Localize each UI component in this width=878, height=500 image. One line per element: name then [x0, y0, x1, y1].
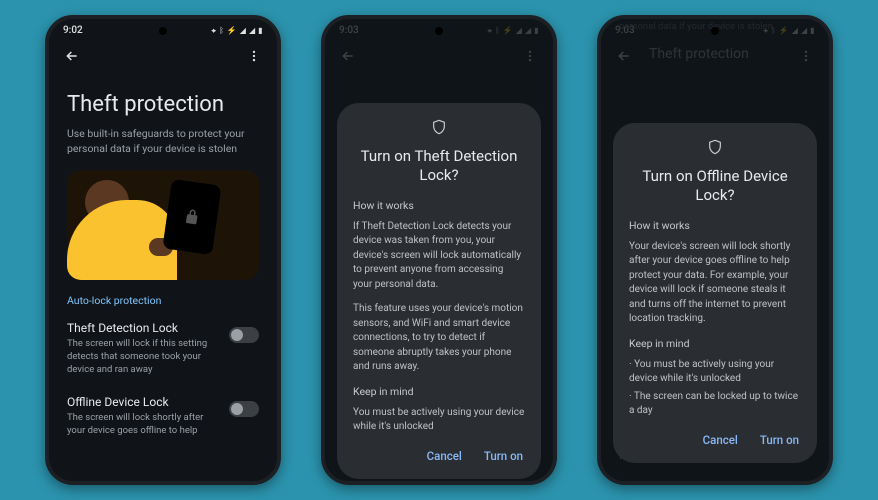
status-icons: ✦ ᛒ ⚡ ◢ ◢ ▮: [211, 26, 263, 35]
dialog-body: If Theft Detection Lock detects your dev…: [353, 220, 525, 293]
dialog-bullet: · The screen can be locked up to twice a…: [629, 390, 801, 419]
illustration: [67, 170, 259, 280]
dialog-actions: Cancel Turn on: [629, 429, 801, 451]
setting-title: Offline Device Lock: [67, 395, 219, 409]
content: Theft protection Use built-in safeguards…: [49, 74, 277, 455]
more-icon[interactable]: [243, 45, 265, 67]
page-title: Theft protection: [67, 92, 259, 117]
camera-notch: [435, 27, 443, 35]
dialog-body: This feature uses your device's motion s…: [353, 302, 525, 375]
cancel-button[interactable]: Cancel: [425, 445, 464, 467]
dialog-how-label: How it works: [629, 219, 801, 232]
setting-desc: The screen will lock shortly after your …: [67, 412, 219, 438]
dialog-keep-label: Keep in mind: [353, 385, 525, 398]
clock: 9:02: [63, 25, 83, 36]
shield-icon: [353, 119, 525, 139]
app-bar: [49, 38, 277, 74]
lock-icon: [182, 207, 202, 227]
toggle-switch[interactable]: [229, 401, 259, 417]
shield-icon: [629, 139, 801, 159]
back-icon[interactable]: [61, 45, 83, 67]
setting-desc: The screen will lock if this setting det…: [67, 338, 219, 376]
dialog-how-label: How it works: [353, 199, 525, 212]
cancel-button[interactable]: Cancel: [701, 429, 740, 451]
illustration-phone: [162, 179, 221, 255]
phone-screen-2: 9:03 ✦ ᛒ ⚡ ◢ ◢ ▮ Offline Device Lock The…: [321, 15, 557, 485]
setting-offline-lock[interactable]: Offline Device Lock The screen will lock…: [67, 395, 259, 438]
dialog-body: Your device's screen will lock shortly a…: [629, 240, 801, 327]
dialog-keep-label: Keep in mind: [629, 337, 801, 350]
confirm-button[interactable]: Turn on: [482, 445, 525, 467]
toggle-switch[interactable]: [229, 327, 259, 343]
dialog-bullet: · You must be actively using your device…: [629, 358, 801, 387]
setting-title: Theft Detection Lock: [67, 321, 219, 335]
dialog-theft-detection: Turn on Theft Detection Lock? How it wor…: [337, 103, 541, 479]
dialog-title: Turn on Offline Device Lock?: [629, 167, 801, 205]
dialog-body: You must be actively using your device w…: [353, 406, 525, 435]
camera-notch: [159, 27, 167, 35]
camera-notch: [711, 27, 719, 35]
phone-screen-3: 9:03 ✦ ᛒ ⚡ ◢ ◢ ▮ Theft protection person…: [597, 15, 833, 485]
page-subtitle: Use built-in safeguards to protect your …: [67, 127, 259, 156]
dialog-actions: Cancel Turn on: [353, 445, 525, 467]
dialog-title: Turn on Theft Detection Lock?: [353, 147, 525, 185]
confirm-button[interactable]: Turn on: [758, 429, 801, 451]
phone-screen-1: 9:02 ✦ ᛒ ⚡ ◢ ◢ ▮ Theft protection Use bu…: [45, 15, 281, 485]
dialog-offline-lock: Turn on Offline Device Lock? How it work…: [613, 123, 817, 463]
section-label: Auto-lock protection: [67, 294, 259, 307]
setting-theft-detection[interactable]: Theft Detection Lock The screen will loc…: [67, 321, 259, 376]
